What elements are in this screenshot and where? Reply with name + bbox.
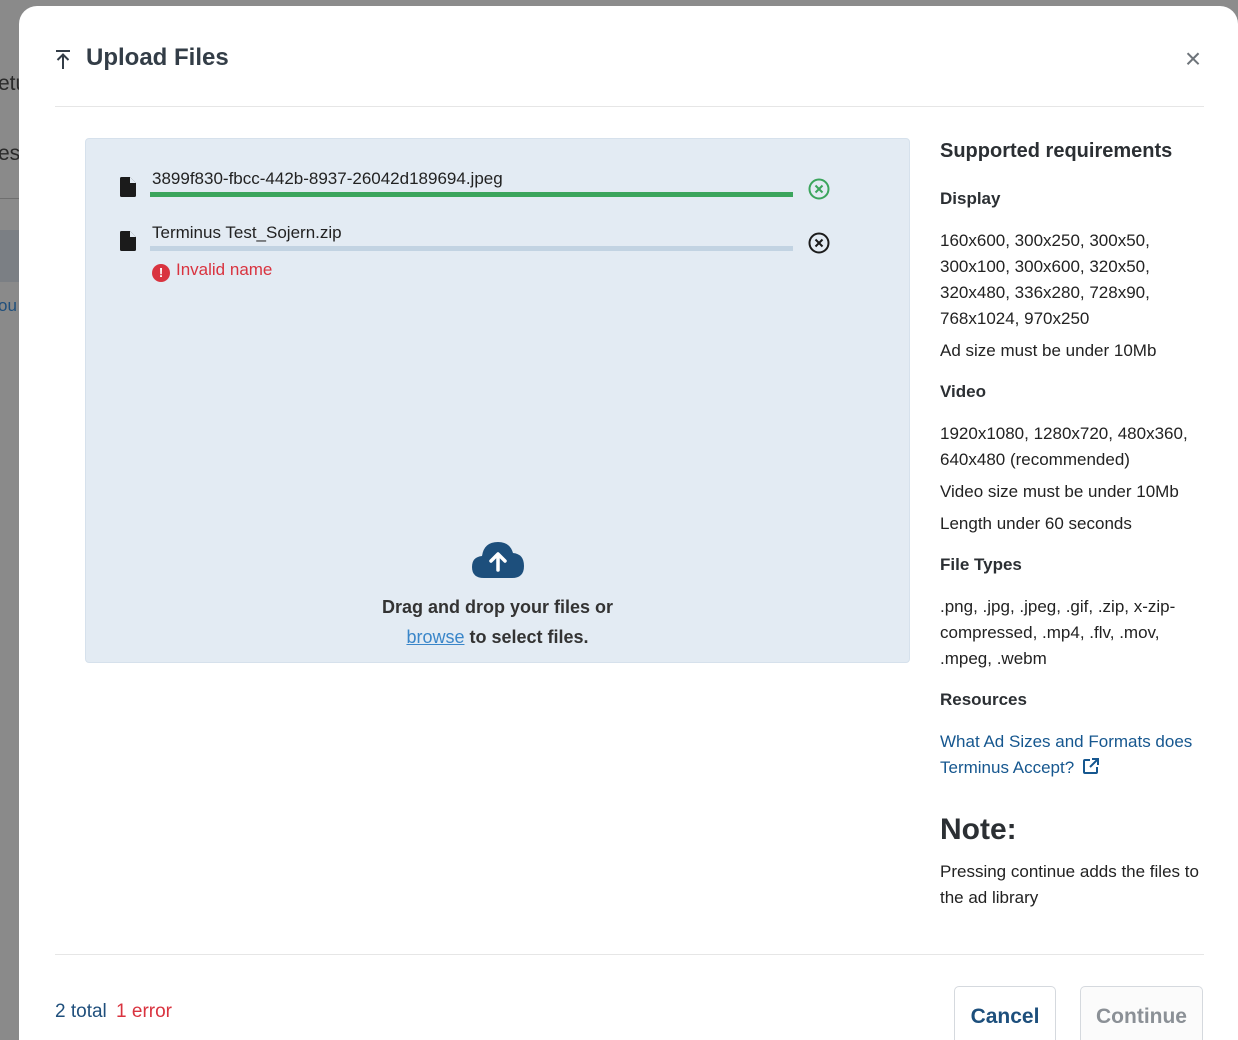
display-sizes: 160x600, 300x250, 300x50, 300x100, 300x6… xyxy=(940,231,1150,328)
footer-divider xyxy=(55,954,1204,955)
cancel-button[interactable]: Cancel xyxy=(954,986,1056,1040)
resources-title: Resources xyxy=(940,690,1027,709)
upload-progress-bar xyxy=(150,246,793,251)
dropzone-instructions: Drag and drop your files or browse to se… xyxy=(86,592,909,652)
close-button[interactable]: × xyxy=(1182,45,1204,73)
upload-progress-fill xyxy=(150,192,793,197)
modal-title: Upload Files xyxy=(86,44,229,71)
file-error-message: ! Invalid name xyxy=(152,260,272,282)
file-dropzone[interactable]: 3899f830-fbcc-442b-8937-26042d189694.jpe… xyxy=(85,138,910,663)
error-count: 1 error xyxy=(116,1001,173,1022)
remove-file-icon[interactable] xyxy=(808,232,830,254)
dropzone-line-1: Drag and drop your files or xyxy=(381,597,614,617)
file-name: 3899f830-fbcc-442b-8937-26042d189694.jpe… xyxy=(152,169,503,188)
video-title: Video xyxy=(940,382,986,401)
error-text: Invalid name xyxy=(176,260,273,279)
requirements-heading: Supported requirements xyxy=(940,140,1173,162)
requirements-panel: Supported requirements Display 160x600, … xyxy=(940,140,1210,917)
error-icon: ! xyxy=(152,264,170,282)
background-text: es xyxy=(0,142,21,165)
cloud-upload-icon xyxy=(472,542,524,578)
display-title: Display xyxy=(940,189,1001,208)
display-limit: Ad size must be under 10Mb xyxy=(940,341,1157,360)
file-icon xyxy=(120,231,136,251)
display-section: Display 160x600, 300x250, 300x50, 300x10… xyxy=(940,189,1210,364)
file-types-list: .png, .jpg, .jpeg, .gif, .zip, x-zip-com… xyxy=(940,597,1176,668)
resources-section: Resources What Ad Sizes and Formats does… xyxy=(940,690,1210,781)
background-text: ou xyxy=(0,296,17,315)
video-limit: Video size must be under 10Mb xyxy=(940,482,1179,501)
dropzone-line-2: browse to select files. xyxy=(86,622,909,652)
external-link-icon xyxy=(1083,758,1100,774)
ad-sizes-link[interactable]: What Ad Sizes and Formats does Terminus … xyxy=(940,732,1192,777)
file-row: Terminus Test_Sojern.zip xyxy=(86,223,909,263)
video-sizes: 1920x1080, 1280x720, 480x360, 640x480 (r… xyxy=(940,424,1188,469)
modal-header: Upload Files × xyxy=(55,6,1204,107)
total-count: 2 total xyxy=(55,1001,107,1022)
file-types-title: File Types xyxy=(940,555,1022,574)
note-text: Pressing continue adds the files to the … xyxy=(940,862,1199,907)
file-types-section: File Types .png, .jpg, .jpeg, .gif, .zip… xyxy=(940,555,1210,672)
video-section: Video 1920x1080, 1280x720, 480x360, 640x… xyxy=(940,382,1210,537)
remove-file-success-icon[interactable] xyxy=(808,178,830,200)
upload-progress-bar xyxy=(150,192,793,197)
upload-icon xyxy=(56,50,70,69)
dropzone-line-2-suffix: to select files. xyxy=(464,627,589,647)
file-icon xyxy=(120,177,136,197)
file-row: 3899f830-fbcc-442b-8937-26042d189694.jpe… xyxy=(86,169,909,209)
file-name: Terminus Test_Sojern.zip xyxy=(152,223,342,242)
upload-files-modal: Upload Files × 3899f830-fbcc-442b-8937-2… xyxy=(19,6,1238,1040)
ad-sizes-link-label: What Ad Sizes and Formats does Terminus … xyxy=(940,732,1193,777)
continue-button[interactable]: Continue xyxy=(1080,986,1203,1040)
note-title: Note: xyxy=(940,813,1017,846)
file-count-summary: 2 total 1 error xyxy=(55,1001,172,1023)
video-length: Length under 60 seconds xyxy=(940,514,1132,533)
browse-link[interactable]: browse xyxy=(406,627,464,647)
